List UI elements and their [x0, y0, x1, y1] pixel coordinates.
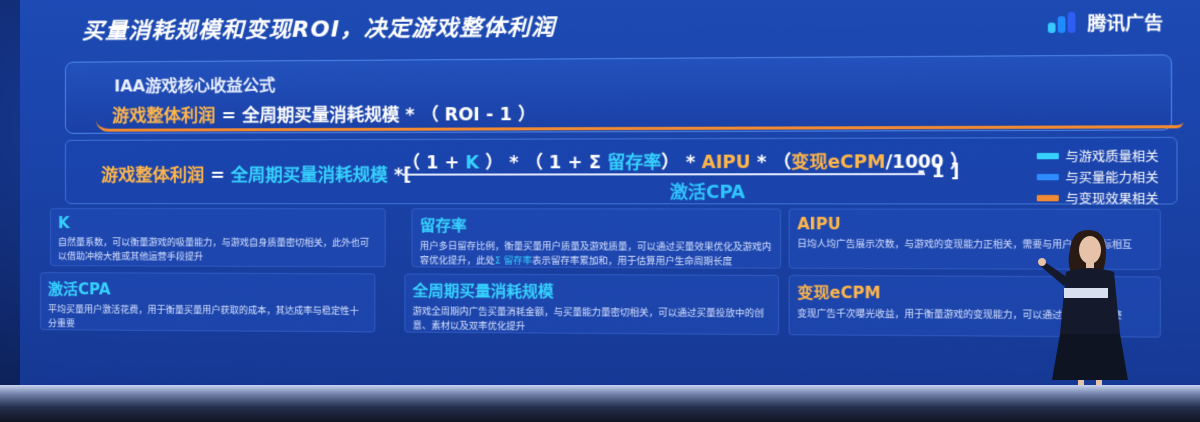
legend-swatch-icon: [1036, 152, 1059, 160]
numerator-ecpm: 变现eCPM: [791, 152, 886, 174]
expanded-formula-lhs-group: 游戏整体利润 = 全周期买量消耗规模 *[: [101, 160, 411, 186]
card-text: 平均买量用户激活花费，用于衡量买量用户获取的成本，其达成率与稳定性十分重要: [47, 305, 359, 330]
legend-label: 与买量能力相关: [1065, 170, 1159, 186]
numerator-retention: 留存率: [607, 152, 662, 174]
brand: 腾讯广告: [1047, 8, 1164, 35]
card-title: 全周期买量消耗规模: [412, 281, 554, 301]
legend-label: 与游戏质量相关: [1065, 149, 1159, 164]
numerator-k: K: [465, 153, 480, 174]
legend-item: 与买量能力相关: [1036, 166, 1159, 187]
fraction-line: [402, 173, 926, 176]
expanded-formula-eq: =: [204, 165, 231, 186]
formula-numerator: （ 1 + K ） * （ 1 + Σ 留存率） * AIPU * （变现eCP…: [402, 147, 969, 174]
legend-item: 与游戏质量相关: [1036, 145, 1159, 166]
card-text-part: 表示留存率累加和，用于估算用户生命周期长度: [532, 256, 733, 268]
slide-title: 买量消耗规模和变现ROI，决定游戏整体利润: [82, 15, 556, 45]
expanded-formula-scale: 全周期买量消耗规模: [230, 165, 388, 186]
stage-floor: [0, 385, 1200, 422]
card-text: 自然量系数，可以衡量游戏的吸量能力，与游戏自身质量密切相关，此外也可以借助冲榜大…: [57, 238, 370, 263]
legend-label: 与变现效果相关: [1065, 191, 1159, 207]
numerator-part-2: ） * （ 1 + Σ: [479, 152, 608, 174]
formula-tail: - 1 ]: [917, 161, 960, 183]
legend: 与游戏质量相关 与买量能力相关 与变现效果相关: [1036, 145, 1159, 209]
legend-swatch-icon: [1036, 173, 1059, 181]
card-text-highlight: Σ 留存率: [494, 256, 533, 267]
core-formula: 游戏整体利润 = 全周期买量消耗规模 * （ ROI - 1 ）: [96, 93, 1184, 132]
card-text: 游戏全周期内广告买量消耗金额，与买量能力量密切相关，可以通过买量投放中的创意、素…: [412, 307, 764, 333]
card-scale: 全周期买量消耗规模 游戏全周期内广告买量消耗金额，与买量能力量密切相关，可以通过…: [404, 273, 779, 336]
card-title: 激活CPA: [47, 280, 111, 299]
numerator-aipu: AIPU: [701, 152, 751, 174]
core-formula-rhs: = 全周期买量消耗规模 * （ ROI - 1 ）: [221, 104, 537, 126]
card-k: K 自然量系数，可以衡量游戏的吸量能力，与游戏自身质量密切相关，此外也可以借助冲…: [49, 208, 386, 268]
legend-item: 与变现效果相关: [1036, 188, 1159, 209]
core-formula-heading: IAA游戏核心收益公式: [114, 75, 276, 96]
stage-background: 买量消耗规模和变现ROI，决定游戏整体利润 腾讯广告 IAA游戏核心收益公式 游…: [0, 0, 1200, 422]
core-formula-lhs: 游戏整体利润: [112, 105, 216, 127]
card-title: 留存率: [419, 216, 467, 235]
formula-denominator: 激活CPA: [669, 182, 746, 204]
presenter-figure: [1038, 230, 1128, 390]
expanded-formula-lhs: 游戏整体利润: [101, 165, 205, 186]
numerator-part-3: ） *: [661, 152, 702, 174]
tencent-ads-logo-icon: [1047, 11, 1081, 33]
card-title: K: [57, 214, 70, 233]
card-retention: 留存率 用户多日留存比例，衡量买量用户质量及游戏质量，可以通过买量效果优化及游戏…: [411, 208, 782, 270]
core-formula-box: IAA游戏核心收益公式 游戏整体利润 = 全周期买量消耗规模 * （ ROI -…: [64, 54, 1184, 134]
expanded-formula-box: 游戏整体利润 = 全周期买量消耗规模 *[ （ 1 + K ） * （ 1 + …: [64, 136, 1178, 205]
numerator-part-4: * （: [750, 152, 792, 174]
card-text: 用户多日留存比例，衡量买量用户质量及游戏质量，可以通过买量效果优化及游戏内容优化…: [420, 240, 773, 270]
card-activation-cpa: 激活CPA 平均买量用户激活花费，用于衡量买量用户获取的成本，其达成率与稳定性十…: [39, 272, 376, 333]
legend-swatch-icon: [1036, 195, 1059, 202]
numerator-part-1: （ 1 +: [402, 153, 466, 174]
presentation-screen: 买量消耗规模和变现ROI，决定游戏整体利润 腾讯广告 IAA游戏核心收益公式 游…: [20, 0, 1200, 402]
brand-name: 腾讯广告: [1087, 13, 1164, 35]
